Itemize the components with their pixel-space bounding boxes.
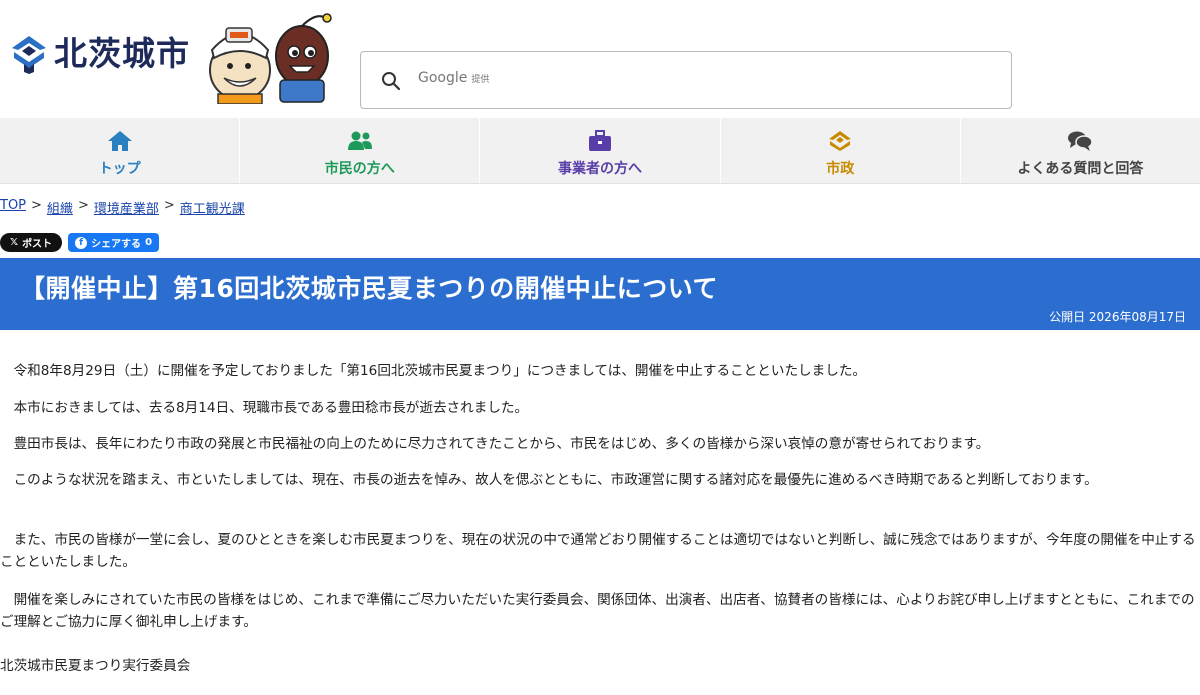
breadcrumb: TOP > 組織 > 環境産業部 > 商工観光課 — [0, 198, 245, 217]
breadcrumb-link-organization[interactable]: 組織 — [47, 198, 73, 217]
provider-label: 提供 — [471, 75, 490, 85]
article-signature: 北茨城市民夏まつり実行委員会 — [0, 658, 191, 674]
search-icon[interactable] — [381, 71, 401, 91]
site-header: 北茨城市 Google 提供 — [0, 0, 1200, 118]
nav-item-faq[interactable]: よくある質問と回答 — [961, 118, 1200, 183]
sns-share-buttons: 𝕏 ポスト f シェアする 0 — [0, 233, 160, 252]
site-title: 北茨城市 — [54, 34, 190, 73]
x-logo-icon: 𝕏 — [10, 237, 19, 248]
article-paragraph: 本市におきましては、去る8月14日、現職市長である豊田稔市長が逝去されました。 — [13, 400, 529, 416]
home-icon — [107, 131, 132, 151]
search-provider-label: Google 提供 — [418, 70, 489, 86]
nav-label-top: トップ — [98, 161, 141, 177]
breadcrumb-separator: > — [31, 198, 42, 213]
mascot-illustration — [209, 13, 332, 104]
publish-date: 公開日 2026年08月17日 — [1049, 310, 1186, 324]
article-paragraph: 令和8年8月29日（土）に開催を予定しておりました「第16回北茨城市民夏まつり」… — [13, 363, 867, 379]
page-title: 【開催中止】第16回北茨城市民夏まつりの開催中止について — [20, 274, 719, 303]
nav-label-citizens: 市民の方へ — [324, 161, 395, 177]
breadcrumb-link-department[interactable]: 環境産業部 — [94, 198, 159, 217]
facebook-logo-icon: f — [75, 236, 88, 249]
x-post-label: ポスト — [22, 239, 53, 250]
breadcrumb-separator: > — [77, 198, 89, 213]
google-label: Google — [418, 70, 468, 86]
people-icon — [347, 131, 372, 150]
nav-label-business: 事業者の方へ — [558, 161, 642, 177]
x-post-button[interactable]: 𝕏 ポスト — [0, 233, 63, 252]
breadcrumb-separator: > — [163, 198, 175, 213]
site-logo[interactable]: 北茨城市 — [10, 34, 190, 74]
breadcrumb-link-top[interactable]: TOP — [0, 198, 26, 217]
article-paragraph: 豊田市長は、長年にわたり市政の発展と市民福祉の向上のために尽力されてきたことから… — [13, 436, 990, 452]
nav-label-city-government: 市政 — [826, 161, 855, 177]
nav-item-city-government[interactable]: 市政 — [721, 118, 961, 183]
facebook-share-label: シェアする — [91, 239, 142, 250]
global-nav: トップ 市民の方へ 事業者の方へ 市政 よくある質問と回答 — [0, 118, 1200, 184]
article-paragraph: このような状況を踏まえ、市といたしましては、現在、市長の逝去を悼み、故人を偲ぶと… — [13, 472, 1098, 488]
city-emblem-icon — [12, 36, 46, 74]
nav-item-citizens[interactable]: 市民の方へ — [240, 118, 481, 183]
nav-label-faq: よくある質問と回答 — [1017, 161, 1144, 177]
nav-item-business[interactable]: 事業者の方へ — [480, 118, 721, 183]
facebook-share-button[interactable]: f シェアする 0 — [68, 233, 160, 252]
page-title-bar: 【開催中止】第16回北茨城市民夏まつりの開催中止について 公開日 2026年08… — [0, 258, 1200, 330]
article-paragraph: また、市民の皆様が一堂に会し、夏のひとときを楽しむ市民夏まつりを、現在の状況の中… — [0, 532, 1196, 570]
briefcase-icon — [589, 130, 611, 151]
nav-item-top[interactable]: トップ — [0, 118, 241, 183]
facebook-share-count: 0 — [145, 237, 153, 248]
breadcrumb-link-section[interactable]: 商工観光課 — [180, 198, 245, 217]
site-search-box[interactable]: Google 提供 — [360, 51, 1012, 109]
speech-bubbles-icon — [1068, 131, 1094, 151]
city-emblem-icon — [829, 131, 852, 151]
article-paragraph: 開催を楽しみにされていた市民の皆様をはじめ、これまで準備にご尽力いただいた実行委… — [0, 592, 1195, 630]
